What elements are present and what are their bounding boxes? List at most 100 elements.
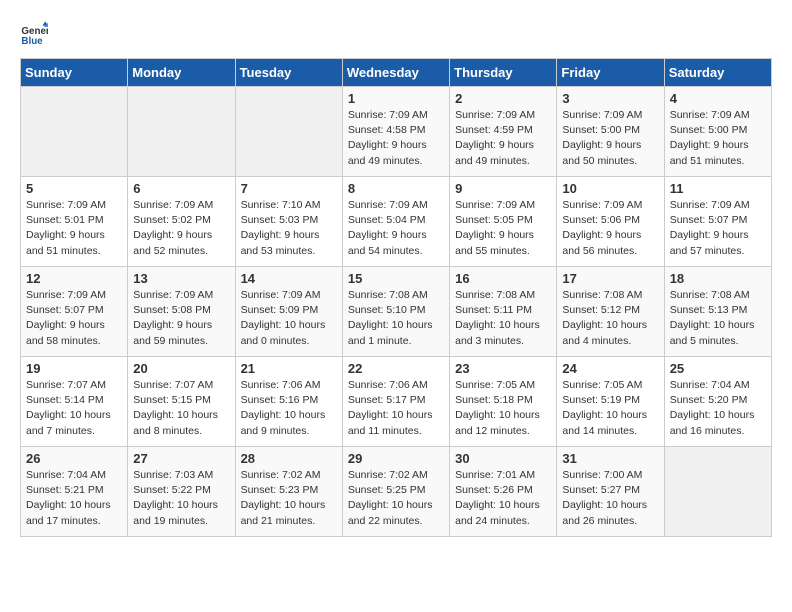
header-wednesday: Wednesday xyxy=(342,59,449,87)
calendar-cell: 29 Sunrise: 7:02 AM Sunset: 5:25 PM Dayli… xyxy=(342,447,449,537)
header-tuesday: Tuesday xyxy=(235,59,342,87)
calendar-cell: 3 Sunrise: 7:09 AM Sunset: 5:00 PM Daylig… xyxy=(557,87,664,177)
calendar-cell: 10 Sunrise: 7:09 AM Sunset: 5:06 PM Dayli… xyxy=(557,177,664,267)
day-info: Sunrise: 7:09 AM Sunset: 5:01 PM Dayligh… xyxy=(26,198,122,259)
day-info: Sunrise: 7:02 AM Sunset: 5:23 PM Dayligh… xyxy=(241,468,337,529)
day-info: Sunrise: 7:09 AM Sunset: 5:07 PM Dayligh… xyxy=(26,288,122,349)
calendar-cell: 23 Sunrise: 7:05 AM Sunset: 5:18 PM Dayli… xyxy=(450,357,557,447)
calendar-cell: 28 Sunrise: 7:02 AM Sunset: 5:23 PM Dayli… xyxy=(235,447,342,537)
calendar-cell xyxy=(21,87,128,177)
day-number: 18 xyxy=(670,271,766,286)
day-number: 31 xyxy=(562,451,658,466)
calendar-cell: 31 Sunrise: 7:00 AM Sunset: 5:27 PM Dayli… xyxy=(557,447,664,537)
day-number: 30 xyxy=(455,451,551,466)
day-info: Sunrise: 7:04 AM Sunset: 5:21 PM Dayligh… xyxy=(26,468,122,529)
day-number: 2 xyxy=(455,91,551,106)
day-number: 12 xyxy=(26,271,122,286)
header-thursday: Thursday xyxy=(450,59,557,87)
logo: General Blue xyxy=(20,20,48,48)
calendar-cell xyxy=(235,87,342,177)
day-info: Sunrise: 7:08 AM Sunset: 5:13 PM Dayligh… xyxy=(670,288,766,349)
calendar-cell: 5 Sunrise: 7:09 AM Sunset: 5:01 PM Daylig… xyxy=(21,177,128,267)
day-number: 4 xyxy=(670,91,766,106)
day-info: Sunrise: 7:08 AM Sunset: 5:12 PM Dayligh… xyxy=(562,288,658,349)
day-info: Sunrise: 7:07 AM Sunset: 5:14 PM Dayligh… xyxy=(26,378,122,439)
day-info: Sunrise: 7:01 AM Sunset: 5:26 PM Dayligh… xyxy=(455,468,551,529)
calendar-cell: 24Sunrise: 7:05 AM Sunset: 5:19 PM Dayli… xyxy=(557,357,664,447)
day-number: 11 xyxy=(670,181,766,196)
day-number: 20 xyxy=(133,361,229,376)
calendar-cell: 2 Sunrise: 7:09 AM Sunset: 4:59 PM Daylig… xyxy=(450,87,557,177)
day-number: 27 xyxy=(133,451,229,466)
calendar-cell: 7 Sunrise: 7:10 AM Sunset: 5:03 PM Daylig… xyxy=(235,177,342,267)
day-info: Sunrise: 7:05 AM Sunset: 5:19 PM Dayligh… xyxy=(562,378,658,439)
calendar-cell xyxy=(128,87,235,177)
svg-text:Blue: Blue xyxy=(21,36,43,47)
day-info: Sunrise: 7:09 AM Sunset: 4:59 PM Dayligh… xyxy=(455,108,551,169)
calendar-cell: 25 Sunrise: 7:04 AM Sunset: 5:20 PM Dayli… xyxy=(664,357,771,447)
calendar-cell: 4 Sunrise: 7:09 AM Sunset: 5:00 PM Daylig… xyxy=(664,87,771,177)
calendar-cell: 13 Sunrise: 7:09 AM Sunset: 5:08 PM Dayli… xyxy=(128,267,235,357)
day-info: Sunrise: 7:06 AM Sunset: 5:17 PM Dayligh… xyxy=(348,378,444,439)
day-info: Sunrise: 7:08 AM Sunset: 5:10 PM Dayligh… xyxy=(348,288,444,349)
day-number: 28 xyxy=(241,451,337,466)
day-info: Sunrise: 7:09 AM Sunset: 5:08 PM Dayligh… xyxy=(133,288,229,349)
calendar-cell: 17 Sunrise: 7:08 AM Sunset: 5:12 PM Dayli… xyxy=(557,267,664,357)
day-info: Sunrise: 7:09 AM Sunset: 5:05 PM Dayligh… xyxy=(455,198,551,259)
day-number: 13 xyxy=(133,271,229,286)
day-number: 3 xyxy=(562,91,658,106)
day-number: 6 xyxy=(133,181,229,196)
day-info: Sunrise: 7:00 AM Sunset: 5:27 PM Dayligh… xyxy=(562,468,658,529)
day-number: 7 xyxy=(241,181,337,196)
calendar-cell: 11 Sunrise: 7:09 AM Sunset: 5:07 PM Dayli… xyxy=(664,177,771,267)
day-info: Sunrise: 7:09 AM Sunset: 5:07 PM Dayligh… xyxy=(670,198,766,259)
day-info: Sunrise: 7:06 AM Sunset: 5:16 PM Dayligh… xyxy=(241,378,337,439)
day-info: Sunrise: 7:09 AM Sunset: 5:06 PM Dayligh… xyxy=(562,198,658,259)
day-number: 19 xyxy=(26,361,122,376)
header-sunday: Sunday xyxy=(21,59,128,87)
header-friday: Friday xyxy=(557,59,664,87)
calendar-cell: 27Sunrise: 7:03 AM Sunset: 5:22 PM Dayli… xyxy=(128,447,235,537)
day-info: Sunrise: 7:08 AM Sunset: 5:11 PM Dayligh… xyxy=(455,288,551,349)
calendar-table: SundayMondayTuesdayWednesdayThursdayFrid… xyxy=(20,58,772,537)
day-number: 26 xyxy=(26,451,122,466)
calendar-cell: 22Sunrise: 7:06 AM Sunset: 5:17 PM Dayli… xyxy=(342,357,449,447)
calendar-cell: 9Sunrise: 7:09 AM Sunset: 5:05 PM Daylig… xyxy=(450,177,557,267)
day-info: Sunrise: 7:02 AM Sunset: 5:25 PM Dayligh… xyxy=(348,468,444,529)
day-number: 10 xyxy=(562,181,658,196)
logo-icon: General Blue xyxy=(20,20,48,48)
day-number: 5 xyxy=(26,181,122,196)
day-info: Sunrise: 7:04 AM Sunset: 5:20 PM Dayligh… xyxy=(670,378,766,439)
calendar-cell: 18 Sunrise: 7:08 AM Sunset: 5:13 PM Dayli… xyxy=(664,267,771,357)
calendar-cell: 8Sunrise: 7:09 AM Sunset: 5:04 PM Daylig… xyxy=(342,177,449,267)
calendar-cell: 14Sunrise: 7:09 AM Sunset: 5:09 PM Dayli… xyxy=(235,267,342,357)
calendar-cell: 26 Sunrise: 7:04 AM Sunset: 5:21 PM Dayli… xyxy=(21,447,128,537)
calendar-cell: 21Sunrise: 7:06 AM Sunset: 5:16 PM Dayli… xyxy=(235,357,342,447)
day-number: 1 xyxy=(348,91,444,106)
header-monday: Monday xyxy=(128,59,235,87)
calendar-cell: 1 Sunrise: 7:09 AM Sunset: 4:58 PM Daylig… xyxy=(342,87,449,177)
day-info: Sunrise: 7:09 AM Sunset: 4:58 PM Dayligh… xyxy=(348,108,444,169)
day-info: Sunrise: 7:09 AM Sunset: 5:09 PM Dayligh… xyxy=(241,288,337,349)
day-info: Sunrise: 7:10 AM Sunset: 5:03 PM Dayligh… xyxy=(241,198,337,259)
day-number: 16 xyxy=(455,271,551,286)
day-number: 29 xyxy=(348,451,444,466)
calendar-cell: 15 Sunrise: 7:08 AM Sunset: 5:10 PM Dayli… xyxy=(342,267,449,357)
header-saturday: Saturday xyxy=(664,59,771,87)
day-info: Sunrise: 7:09 AM Sunset: 5:04 PM Dayligh… xyxy=(348,198,444,259)
day-info: Sunrise: 7:05 AM Sunset: 5:18 PM Dayligh… xyxy=(455,378,551,439)
page-header: General Blue xyxy=(20,20,772,48)
calendar-cell: 12 Sunrise: 7:09 AM Sunset: 5:07 PM Dayli… xyxy=(21,267,128,357)
calendar-cell xyxy=(664,447,771,537)
day-number: 25 xyxy=(670,361,766,376)
day-number: 17 xyxy=(562,271,658,286)
calendar-cell: 30 Sunrise: 7:01 AM Sunset: 5:26 PM Dayli… xyxy=(450,447,557,537)
day-info: Sunrise: 7:07 AM Sunset: 5:15 PM Dayligh… xyxy=(133,378,229,439)
calendar-cell: 16 Sunrise: 7:08 AM Sunset: 5:11 PM Dayli… xyxy=(450,267,557,357)
day-number: 23 xyxy=(455,361,551,376)
day-info: Sunrise: 7:09 AM Sunset: 5:02 PM Dayligh… xyxy=(133,198,229,259)
calendar-cell: 6 Sunrise: 7:09 AM Sunset: 5:02 PM Daylig… xyxy=(128,177,235,267)
day-info: Sunrise: 7:09 AM Sunset: 5:00 PM Dayligh… xyxy=(562,108,658,169)
day-info: Sunrise: 7:09 AM Sunset: 5:00 PM Dayligh… xyxy=(670,108,766,169)
day-number: 15 xyxy=(348,271,444,286)
